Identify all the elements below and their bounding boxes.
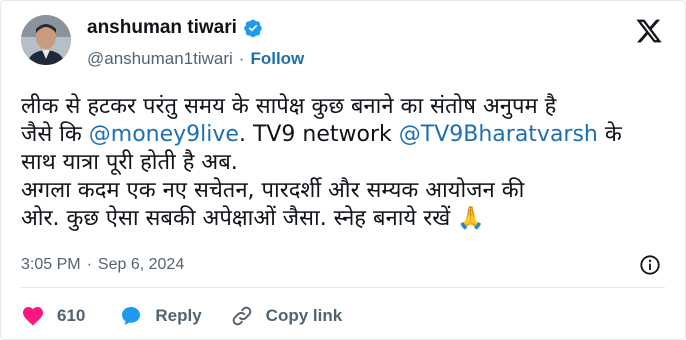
link-icon bbox=[232, 306, 252, 326]
divider bbox=[21, 287, 665, 288]
tweet-text-segment: के bbox=[597, 122, 622, 147]
reply-button[interactable]: Reply bbox=[119, 304, 202, 328]
heart-icon bbox=[23, 307, 43, 326]
tweet-time: 3:05 PM bbox=[21, 256, 81, 273]
author-handle[interactable]: @anshuman1tiwari bbox=[87, 49, 233, 69]
tweet-text-segment: . TV9 network bbox=[238, 122, 399, 147]
tweet-text: लीक से हटकर परंतु समय के सापेक्ष कुछ बना… bbox=[21, 93, 671, 233]
mention-link-money9live[interactable]: @money9live bbox=[89, 122, 239, 147]
mention-link-tv9bharatvarsh[interactable]: @TV9Bharatvarsh bbox=[399, 122, 598, 147]
action-bar: 610 Reply Copy link bbox=[21, 304, 342, 328]
tweet-card: anshuman tiwari @anshuman1tiwari · Follo… bbox=[0, 0, 686, 340]
tweet-line: लीक से हटकर परंतु समय के सापेक्ष कुछ बना… bbox=[21, 94, 557, 119]
info-icon[interactable] bbox=[639, 254, 661, 276]
x-logo-icon[interactable] bbox=[635, 17, 663, 45]
follow-button[interactable]: Follow bbox=[250, 49, 304, 69]
reply-label: Reply bbox=[155, 306, 202, 325]
copy-link-button[interactable]: Copy link bbox=[230, 304, 343, 328]
tweet-line: साथ यात्रा पूरी होती है अब. bbox=[21, 150, 238, 175]
like-count: 610 bbox=[57, 306, 86, 325]
verified-badge-icon bbox=[244, 19, 262, 38]
like-button[interactable]: 610 bbox=[21, 304, 85, 328]
copy-link-label: Copy link bbox=[265, 306, 343, 325]
tweet-line: ओर. कुछ ऐसा सबकी अपेक्षाओं जैसा. स्नेह ब… bbox=[21, 206, 485, 231]
tweet-timestamp[interactable]: 3:05 PM · Sep 6, 2024 bbox=[21, 256, 184, 274]
tweet-text-segment: जैसे कि bbox=[21, 122, 89, 147]
reply-bubble-icon bbox=[122, 307, 141, 325]
tweet-date: Sep 6, 2024 bbox=[97, 256, 185, 273]
author-header: anshuman tiwari @anshuman1tiwari · Follo… bbox=[87, 16, 304, 72]
tweet-line: जैसे कि @money9live. TV9 network @TV9Bha… bbox=[21, 121, 671, 149]
timestamp-separator: · bbox=[86, 256, 92, 273]
tweet-line: अगला कदम एक नए सचेतन, पारदर्शी और सम्यक … bbox=[21, 178, 525, 203]
author-name[interactable]: anshuman tiwari bbox=[87, 17, 237, 39]
handle-separator: · bbox=[238, 49, 245, 68]
avatar[interactable] bbox=[21, 15, 71, 65]
